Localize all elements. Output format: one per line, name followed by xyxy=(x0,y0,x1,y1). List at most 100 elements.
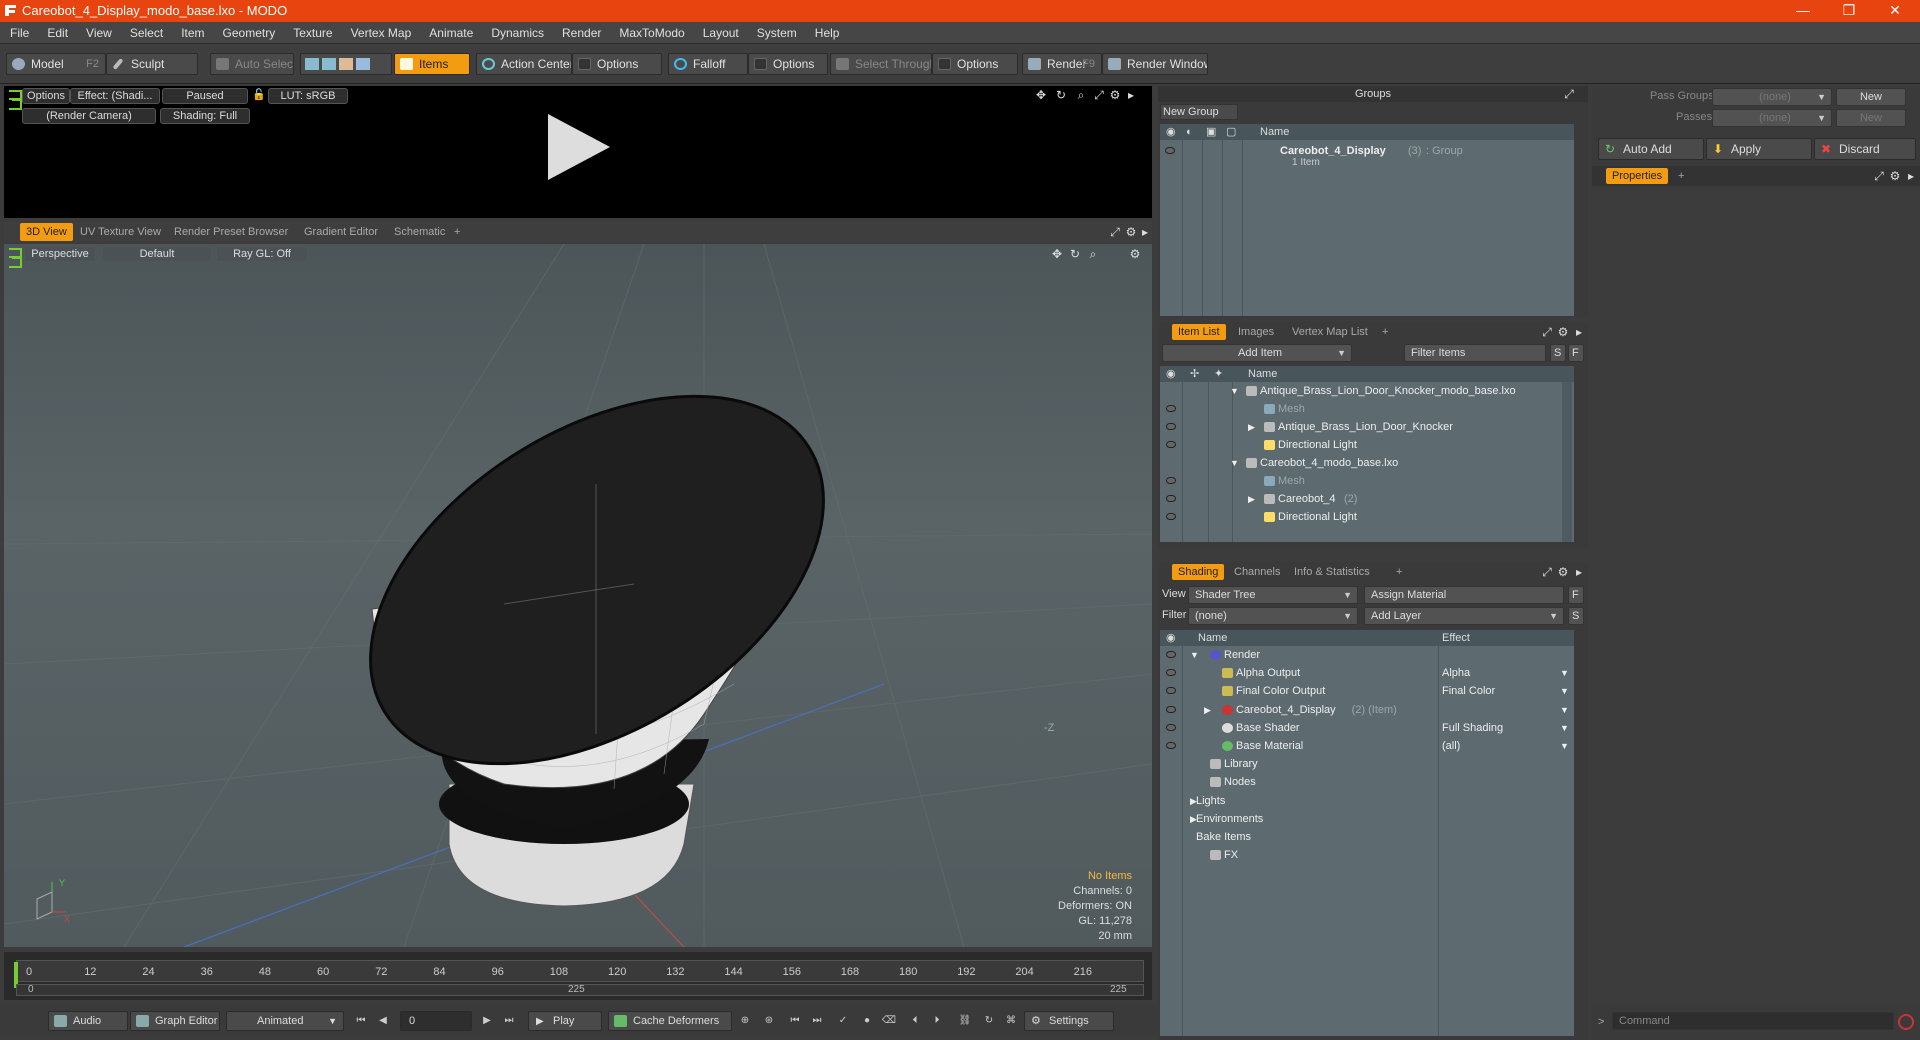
chevron-down-icon[interactable]: ▼ xyxy=(1560,737,1569,755)
tab-item-list[interactable]: Item List xyxy=(1172,324,1226,340)
new-pass-button[interactable]: New xyxy=(1836,109,1906,127)
delete-key-icon[interactable]: ⌫ xyxy=(880,1012,898,1030)
tab-uv-texture-view[interactable]: UV Texture View xyxy=(74,222,167,242)
expand-right-icon[interactable]: ▶ xyxy=(1248,418,1255,436)
pass-groups-dropdown[interactable]: (none) ▼ xyxy=(1712,88,1832,106)
eye-icon[interactable] xyxy=(1166,423,1176,430)
item-list-row[interactable]: ▶ Antique_Brass_Lion_Door_Knocker xyxy=(1160,418,1560,436)
chevron-right-icon[interactable]: ▸ xyxy=(1904,169,1918,183)
menu-geometry[interactable]: Geometry xyxy=(214,22,285,44)
render-camera-dropdown[interactable]: (Render Camera) xyxy=(22,108,156,124)
add-tab-button[interactable]: + xyxy=(1390,562,1408,582)
auto-select-button[interactable]: Auto Select xyxy=(210,53,294,75)
shader-tree-row[interactable]: Nodes xyxy=(1160,773,1572,791)
select-through-button[interactable]: Select Through xyxy=(830,53,932,75)
s-button[interactable]: S xyxy=(1568,607,1584,625)
menu-render[interactable]: Render xyxy=(553,22,610,44)
prev-marker-icon[interactable]: ⏴ xyxy=(906,1012,924,1030)
play-icon[interactable] xyxy=(544,112,614,182)
menu-select[interactable]: Select xyxy=(121,22,172,44)
eye-icon[interactable] xyxy=(1166,513,1176,520)
s-button[interactable]: S xyxy=(1550,344,1566,362)
menu-vertex-map[interactable]: Vertex Map xyxy=(342,22,421,44)
chevron-right-icon[interactable]: ▸ xyxy=(1572,565,1586,579)
eye-icon[interactable] xyxy=(1166,441,1176,448)
menu-help[interactable]: Help xyxy=(806,22,849,44)
model-button[interactable]: Model F2 xyxy=(6,53,106,75)
new-pass-group-button[interactable]: New xyxy=(1836,88,1906,106)
gear-icon[interactable]: ⚙ xyxy=(1108,88,1122,102)
expand-down-icon[interactable]: ▼ xyxy=(1230,382,1239,400)
item-list-row[interactable]: Directional Light xyxy=(1160,508,1560,526)
play-button[interactable]: ▶ Play xyxy=(528,1011,602,1031)
apply-button[interactable]: ⬇ Apply xyxy=(1706,138,1812,160)
shader-effect[interactable]: Final Color xyxy=(1442,682,1495,700)
prev-key-icon[interactable]: ⏮ xyxy=(786,1012,804,1030)
add-item-dropdown[interactable]: Add Item ▼ xyxy=(1162,344,1352,362)
view-dropdown[interactable]: Shader Tree ▼ xyxy=(1188,586,1358,604)
gear-icon[interactable]: ⚙ xyxy=(1128,247,1142,261)
zoom-icon[interactable]: ⌕ xyxy=(1086,247,1100,261)
shader-tree-row[interactable]: Alpha Output Alpha ▼ xyxy=(1160,664,1572,682)
shader-tree-row[interactable]: Base Material (all) ▼ xyxy=(1160,737,1572,755)
key-icon[interactable]: ⊕ xyxy=(736,1012,754,1030)
maximize-icon[interactable]: ⤢ xyxy=(1872,169,1886,183)
maximize-icon[interactable]: ⤢ xyxy=(1540,325,1554,339)
lock-icon[interactable]: 🔓 xyxy=(252,88,266,101)
add-tab-button[interactable]: + xyxy=(1376,322,1394,342)
auto-key-icon[interactable]: ⊛ xyxy=(760,1012,778,1030)
passes-dropdown[interactable]: (none) ▼ xyxy=(1712,109,1832,127)
shader-tree-row[interactable]: FX xyxy=(1160,846,1572,864)
preview-options-button[interactable]: Options xyxy=(22,88,70,104)
shader-tree-row[interactable]: Library xyxy=(1160,755,1572,773)
refresh-icon[interactable]: ↻ xyxy=(980,1012,998,1030)
filter-items-input[interactable]: Filter Items xyxy=(1404,344,1546,362)
assign-material-field[interactable]: Assign Material xyxy=(1364,586,1564,604)
move-icon[interactable]: ✥ xyxy=(1050,247,1064,261)
item-list-row[interactable]: Mesh xyxy=(1160,400,1560,418)
item-list-row[interactable]: ▶ Careobot_4 (2) xyxy=(1160,490,1560,508)
maximize-button[interactable]: ❐ xyxy=(1826,0,1872,22)
chevron-down-icon[interactable]: ▼ xyxy=(1560,701,1569,719)
timeline[interactable]: 0 12 24 36 48 60 72 84 96 108 120 132 144 156 168 180 19… xyxy=(4,952,1152,1000)
filter-dropdown[interactable]: (none) ▼ xyxy=(1188,607,1358,625)
shader-tree-row[interactable]: Final Color Output Final Color ▼ xyxy=(1160,682,1572,700)
menu-file[interactable]: File xyxy=(0,22,38,44)
add-layer-dropdown[interactable]: Add Layer ▼ xyxy=(1364,607,1564,625)
item-list[interactable]: ◉ ✢ ✦ Name ▼ Antique_Brass_Lion_Door_Knoc… xyxy=(1160,366,1574,542)
menu-texture[interactable]: Texture xyxy=(284,22,341,44)
default-dropdown[interactable]: Default xyxy=(102,246,212,262)
tab-3d-view[interactable]: 3D View xyxy=(20,223,73,241)
gear-icon[interactable]: ⚙ xyxy=(1124,225,1138,239)
gear-icon[interactable]: ⚙ xyxy=(1556,565,1570,579)
preview-paused-button[interactable]: Paused xyxy=(162,88,248,104)
gear-icon[interactable]: ⚙ xyxy=(1556,325,1570,339)
settings-button[interactable]: ⚙ Settings xyxy=(1024,1011,1114,1031)
tab-render-preset-browser[interactable]: Render Preset Browser xyxy=(168,222,294,242)
shader-tree-row[interactable]: ▶ Careobot_4_Display (2) (Item) ▼ xyxy=(1160,701,1572,719)
move-icon[interactable]: ✥ xyxy=(1034,88,1048,102)
tab-shading[interactable]: Shading xyxy=(1172,564,1225,580)
gear-icon[interactable]: ⚙ xyxy=(1888,169,1902,183)
shading-dropdown[interactable]: Shading: Full xyxy=(160,108,250,124)
item-list-scrollbar[interactable] xyxy=(1562,382,1572,542)
add-tab-button[interactable]: + xyxy=(1672,166,1690,186)
graph-editor-button[interactable]: Graph Editor xyxy=(130,1011,220,1031)
stop-icon[interactable] xyxy=(1898,1014,1914,1030)
animated-dropdown[interactable]: Animated ▼ xyxy=(226,1011,344,1031)
3d-viewport[interactable]: Y X Perspective Default Ray GL: Off ✥ ↻ … xyxy=(4,244,1152,947)
chevron-right-icon[interactable]: ▸ xyxy=(1124,88,1138,102)
action-center-button[interactable]: Action Center xyxy=(476,53,572,75)
go-to-start-icon[interactable]: ⏮ xyxy=(352,1012,370,1030)
minimize-button[interactable]: — xyxy=(1780,0,1826,22)
groups-list[interactable]: ◉ ◐ ▣ ▢ Name Careobot_4_Display (3) : Gr… xyxy=(1160,124,1574,316)
eye-icon[interactable] xyxy=(1166,742,1176,749)
frame-field[interactable]: 0 xyxy=(400,1011,472,1031)
tab-info-statistics[interactable]: Info & Statistics xyxy=(1288,562,1376,582)
lut-dropdown[interactable]: LUT: sRGB xyxy=(268,88,348,104)
edge-mode-icon[interactable] xyxy=(322,58,336,70)
eye-icon[interactable] xyxy=(1166,687,1176,695)
falloff-options-button[interactable]: Options xyxy=(748,53,828,75)
tab-gradient-editor[interactable]: Gradient Editor xyxy=(298,222,384,242)
vertex-mode-icon[interactable] xyxy=(305,58,319,70)
